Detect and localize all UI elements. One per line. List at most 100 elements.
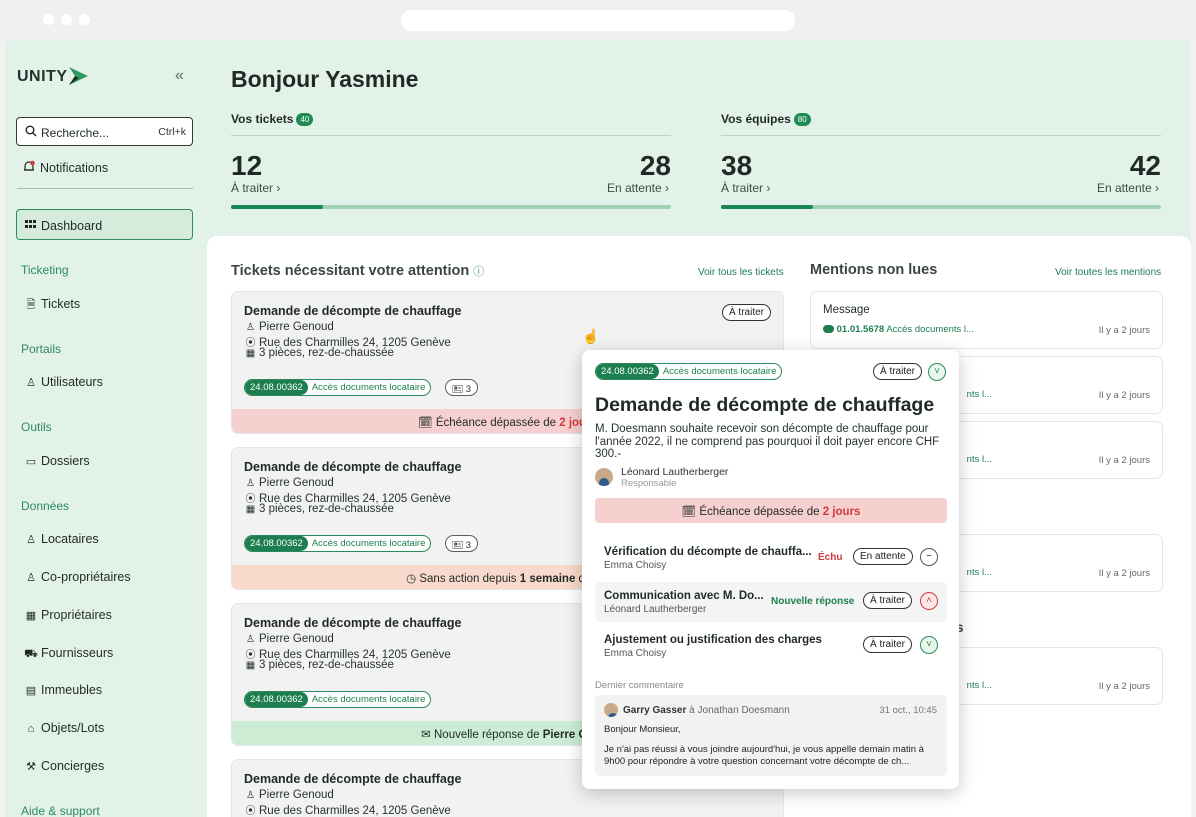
ticket-ref-pill[interactable]: 24.08.00362 Accès documents locataire (244, 535, 432, 552)
ticket-ref-pill[interactable]: 24.08.00362 Accès documents locataire (244, 379, 432, 396)
hand-cursor-icon: ☝ (582, 328, 600, 344)
sidebar-item-coproprietaires[interactable]: ♙ Co-propriétaires (24, 570, 131, 584)
sidebar-item-immeubles[interactable]: ▤ Immeubles (24, 683, 102, 697)
subtask-title: Vérification du décompte de chauffa... (604, 546, 812, 558)
see-all-tickets-link[interactable]: Voir tous les tickets (698, 267, 784, 278)
search-shortcut: Ctrl+k (158, 126, 186, 138)
ticket-person: ♙ Pierre Genoud (244, 789, 334, 801)
info-icon[interactable]: ⓘ (473, 266, 484, 278)
ticket-id: 24.08.00362 (596, 364, 659, 379)
sidebar-item-dossiers[interactable]: ▭ Dossiers (24, 454, 90, 468)
ticket-tag: Accès documents locataire (311, 694, 426, 705)
fournisseurs-label: Fournisseurs (41, 646, 114, 660)
mention-ref-label: Accès documents l... (886, 324, 974, 335)
subtask-row[interactable]: Communication avec M. Do... Léonard Laut… (595, 582, 947, 622)
tickets-waiting-link[interactable]: En attente › (607, 181, 669, 195)
rooms-text: 3 pièces, rez-de-chaussée (259, 659, 394, 671)
subtask-row[interactable]: Vérification du décompte de chauffa... E… (595, 538, 947, 578)
person-name: Pierre Genoud (259, 321, 334, 333)
attachments-count: 3 (465, 384, 472, 395)
subtask-status[interactable]: À traiter (863, 636, 913, 653)
concierges-label: Concierges (41, 759, 105, 773)
sidebar-item-proprietaires[interactable]: ▦ Propriétaires (24, 608, 112, 622)
teams-todo-link[interactable]: À traiter › (721, 181, 770, 195)
mention-ref: nts l... (966, 680, 992, 691)
teams-count-badge: 80 (793, 113, 811, 126)
building-icon: ▦ (245, 504, 256, 515)
mention-ref-id: 01.01.5678 (836, 324, 885, 335)
section-donnees: Données (21, 499, 70, 513)
teams-waiting-count: 42 (1129, 150, 1161, 181)
overdue-strip: 🗓 Échéance dépassée de 2 jours (595, 498, 947, 523)
ticket-rooms: ▦ 3 pièces, rez-de-chaussée (244, 659, 394, 671)
address-text: Rue des Charmilles 24, 1205 Genève (259, 805, 451, 817)
ticket-rooms: ▦ 3 pièces, rez-de-chaussée (244, 503, 394, 515)
see-all-mentions-link[interactable]: Voir toutes les mentions (1055, 267, 1161, 278)
subtask-title: Communication avec M. Do... (604, 590, 764, 602)
sidebar-divider (17, 188, 193, 189)
comment-author: Garry Gasser (623, 705, 687, 716)
subtask-status[interactable]: À traiter (863, 592, 913, 609)
attachments-pill[interactable]: 🖭 3 (445, 379, 479, 396)
status-badge[interactable]: À traiter (721, 304, 771, 321)
ticket-tag: Accès documents locataire (311, 382, 426, 393)
user-icon: ♙ (246, 634, 255, 645)
comment-date: 31 oct., 10:45 (879, 705, 937, 716)
teams-progress-bar (721, 205, 1161, 209)
tickets-todo-link[interactable]: À traiter › (231, 181, 280, 195)
chevron-down-icon[interactable]: ˅ (928, 363, 946, 381)
attachments-pill[interactable]: 🖭 3 (445, 535, 479, 552)
sidebar-item-locataires[interactable]: ♙ Locataires (24, 532, 99, 546)
comment-greeting: Bonjour Monsieur, (604, 724, 681, 735)
ticket-title: Demande de décompte de chauffage (244, 304, 462, 318)
ticket-ref-pill[interactable]: 24.08.00362 Accès documents locataire (595, 363, 783, 380)
search-icon (25, 125, 37, 137)
address-bar[interactable] (401, 10, 795, 31)
sidebar-item-utilisateurs[interactable]: ♙ Utilisateurs (24, 375, 103, 389)
comment-body: Je n'ai pas réussi à vous joindre aujour… (604, 744, 924, 767)
due-emphasis: 2 jours (822, 506, 861, 518)
subtask-status[interactable]: En attente (853, 548, 913, 565)
sidebar-item-concierges[interactable]: ⚒ Concierges (24, 759, 104, 773)
status-badge[interactable]: À traiter (873, 363, 923, 380)
person-name: Pierre Genoud (259, 633, 334, 645)
user-icon: ♙ (246, 322, 255, 333)
sidebar-item-dashboard[interactable]: Dashboard (16, 209, 193, 240)
search-input[interactable]: Recherche... Ctrl+k (16, 117, 193, 146)
teams-todo-count: 38 (721, 150, 753, 181)
user-icon: ♙ (26, 377, 36, 389)
avatar (604, 703, 618, 717)
building-user-icon: ▦ (25, 610, 37, 622)
ticket-person: ♙ Pierre Genoud (244, 477, 334, 489)
mention-time: Il y a 2 jours (1098, 568, 1150, 579)
user-icon: ♙ (246, 790, 255, 801)
house-icon: ⌂ (27, 723, 35, 735)
mention-message: Message (823, 304, 870, 316)
chevron-down-icon[interactable]: ˅ (920, 636, 938, 654)
objets-label: Objets/Lots (41, 721, 105, 735)
coproprietaires-label: Co-propriétaires (41, 570, 131, 584)
last-comment[interactable]: Garry Gasser à Jonathan Doesmann 31 oct.… (595, 695, 947, 776)
teams-waiting-link[interactable]: En attente › (1097, 181, 1159, 195)
subtask-flag: Nouvelle réponse (771, 596, 855, 607)
subtask-row[interactable]: Ajustement ou justification des charges … (595, 626, 947, 666)
collapse-sidebar-icon[interactable]: « (175, 67, 184, 85)
chevron-up-icon[interactable]: ˄ (920, 592, 938, 610)
proprietaires-label: Propriétaires (41, 608, 112, 622)
minus-icon[interactable]: − (920, 548, 938, 566)
sidebar-item-objets[interactable]: ⌂ Objets/Lots (24, 721, 105, 735)
due-text: Échéance dépassée de (699, 506, 823, 518)
mention-card[interactable]: Message 01.01.5678 Accès documents l... … (810, 291, 1163, 349)
teams-stat-label: Vos équipes (721, 112, 791, 126)
rooms-text: 3 pièces, rez-de-chaussée (259, 347, 394, 359)
ticket-title: Demande de décompte de chauffage (244, 772, 462, 786)
sidebar-item-tickets[interactable]: 🗎 Tickets (24, 296, 81, 315)
comment-recipient: à Jonathan Doesmann (689, 705, 790, 716)
strip-text: Échéance dépassée de (435, 417, 560, 429)
responsible-role: Responsable (621, 478, 677, 489)
tickets-progress-fill (231, 205, 324, 209)
strip-text: Nouvelle réponse de (434, 729, 543, 741)
sidebar-item-fournisseurs[interactable]: ⛟ Fournisseurs (24, 646, 113, 662)
ticket-ref-pill[interactable]: 24.08.00362 Accès documents locataire (244, 691, 432, 708)
ticket-title: Demande de décompte de chauffage (244, 460, 462, 474)
